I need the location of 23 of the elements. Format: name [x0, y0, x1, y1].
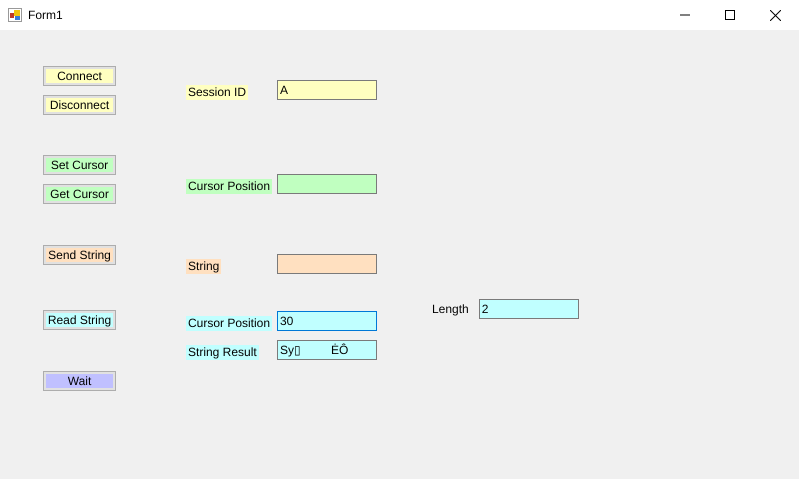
field-label: Length	[432, 301, 469, 318]
form-button[interactable]: Get Cursor	[43, 184, 116, 204]
form-button[interactable]: Read String	[43, 310, 116, 330]
text-field[interactable]: 30	[277, 311, 377, 331]
window-title: Form1	[28, 7, 63, 24]
text-field[interactable]	[277, 174, 377, 194]
form-button[interactable]: Disconnect	[43, 95, 116, 115]
field-label: Cursor Position	[186, 316, 272, 331]
text-field[interactable]: A	[277, 80, 377, 100]
form-button[interactable]: Wait	[43, 371, 116, 391]
app-icon	[8, 8, 22, 22]
field-label: Cursor Position	[186, 179, 272, 194]
form-button[interactable]: Send String	[43, 245, 116, 265]
field-label: Session ID	[186, 85, 248, 100]
text-field[interactable]: Sy▯ ĖÔ	[277, 340, 377, 360]
maximize-icon[interactable]	[725, 10, 735, 20]
form-button[interactable]: Set Cursor	[43, 155, 116, 175]
form-button[interactable]: Connect	[43, 66, 116, 86]
field-label: String Result	[186, 345, 259, 360]
close-icon[interactable]	[770, 10, 781, 20]
text-field[interactable]	[277, 254, 377, 274]
field-label: String	[186, 259, 222, 274]
text-field[interactable]: 2	[478, 299, 579, 319]
